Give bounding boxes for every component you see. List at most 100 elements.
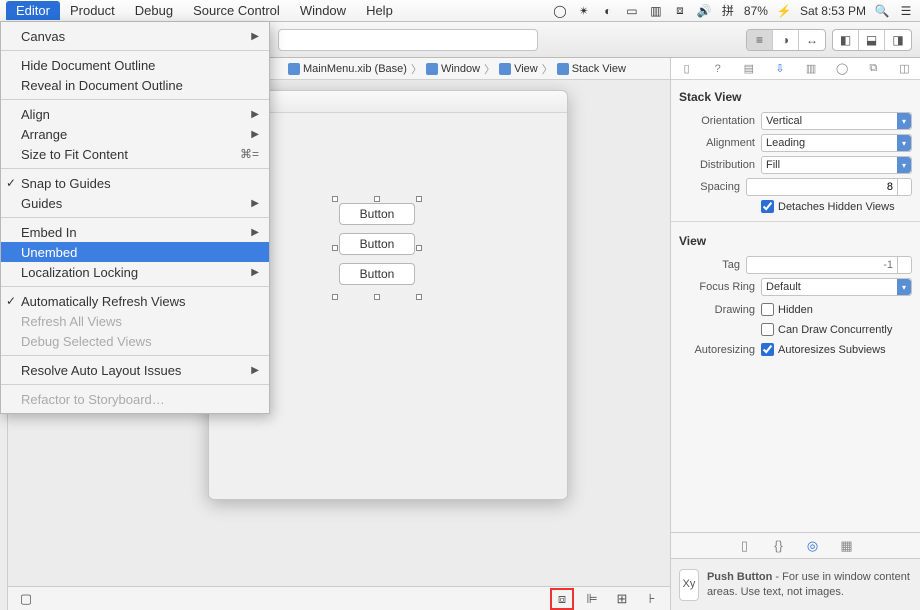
menu-product[interactable]: Product bbox=[60, 1, 125, 20]
menu-snap-guides[interactable]: Snap to Guides bbox=[1, 173, 269, 193]
canvas-button-2[interactable]: Button bbox=[339, 233, 415, 255]
library-item[interactable]: Xy Push Button - For use in window conte… bbox=[671, 558, 920, 610]
align-icon[interactable]: ⊫ bbox=[582, 590, 602, 608]
stackview-icon bbox=[557, 63, 569, 75]
ime-icon[interactable]: 拼 bbox=[720, 3, 736, 19]
autoresize-label: Autoresizes Subviews bbox=[778, 344, 886, 356]
pin-icon[interactable]: ⊞ bbox=[612, 590, 632, 608]
editor-menu-dropdown: Canvas▶ Hide Document Outline Reveal in … bbox=[0, 22, 270, 414]
media-library-icon[interactable]: ▦ bbox=[838, 537, 856, 555]
code-snippet-icon[interactable]: {} bbox=[770, 537, 788, 555]
menu-align[interactable]: Align▶ bbox=[1, 104, 269, 124]
stepper-icon[interactable] bbox=[898, 256, 912, 274]
attributes-inspector-icon[interactable]: ⇩ bbox=[770, 61, 790, 77]
canvas-button-3[interactable]: Button bbox=[339, 263, 415, 285]
menu-help[interactable]: Help bbox=[356, 1, 403, 20]
file-template-icon[interactable]: ▯ bbox=[736, 537, 754, 555]
menu-size-to-fit[interactable]: Size to Fit Content⌘= bbox=[1, 144, 269, 164]
selected-stackview[interactable]: Button Button Button bbox=[339, 203, 415, 293]
tag-label: Tag bbox=[679, 259, 740, 271]
menu-debug[interactable]: Debug bbox=[125, 1, 183, 20]
autoresizing-label: Autoresizing bbox=[679, 344, 755, 356]
version-editor-icon[interactable]: ↔ bbox=[799, 30, 825, 50]
inspector-tabs[interactable]: ▯ ? ▤ ⇩ ▥ ◯ ⧉ ◫ bbox=[671, 58, 920, 80]
bottom-panel-icon[interactable]: ⬓ bbox=[859, 30, 885, 50]
section-view: View bbox=[679, 230, 912, 252]
circle-icon[interactable]: ◯ bbox=[552, 3, 568, 19]
panel-toggle-segmented[interactable]: ◧ ⬓ ◨ bbox=[832, 29, 912, 51]
size-inspector-icon[interactable]: ▥ bbox=[801, 61, 821, 77]
inspector-body: Stack View Orientation Vertical▾ Alignme… bbox=[671, 80, 920, 532]
menu-unembed[interactable]: Unembed bbox=[1, 242, 269, 262]
menu-embed-in[interactable]: Embed In▶ bbox=[1, 222, 269, 242]
canvas-button-1[interactable]: Button bbox=[339, 203, 415, 225]
distribution-label: Distribution bbox=[679, 159, 755, 171]
menu-hide-outline[interactable]: Hide Document Outline bbox=[1, 55, 269, 75]
view-icon bbox=[499, 63, 511, 75]
editor-mode-segmented[interactable]: ≡ ◑ ↔ bbox=[746, 29, 826, 51]
connections-inspector-icon[interactable]: ◯ bbox=[832, 61, 852, 77]
menu-reveal-outline[interactable]: Reveal in Document Outline bbox=[1, 75, 269, 95]
spotlight-icon[interactable]: 🔍 bbox=[874, 3, 890, 19]
menu-guides[interactable]: Guides▶ bbox=[1, 193, 269, 213]
outline-toggle-icon[interactable]: ▢ bbox=[16, 590, 36, 608]
volume-icon[interactable]: 🔊 bbox=[696, 3, 712, 19]
resolve-icon[interactable]: ⊦ bbox=[642, 590, 662, 608]
effects-inspector-icon[interactable]: ◫ bbox=[894, 61, 914, 77]
status-icons: ◯ ✴ ◐ ▭ ▥ ⧈ 🔊 拼 87% ⚡ Sat 8:53 PM 🔍 ☰ bbox=[552, 3, 914, 19]
menu-canvas[interactable]: Canvas▶ bbox=[1, 26, 269, 46]
wechat-icon[interactable]: ✴ bbox=[576, 3, 592, 19]
canvas-bottom-bar: ▢ ⧈ ⊫ ⊞ ⊦ bbox=[8, 586, 670, 610]
focusring-popup[interactable]: Default▾ bbox=[761, 278, 912, 296]
orientation-popup[interactable]: Vertical▾ bbox=[761, 112, 912, 130]
library-tabs[interactable]: ▯ {} ◎ ▦ bbox=[671, 532, 920, 558]
bindings-inspector-icon[interactable]: ⧉ bbox=[863, 61, 883, 77]
bluetooth-icon[interactable]: ⧈ bbox=[672, 3, 688, 19]
charging-icon: ⚡ bbox=[776, 3, 792, 19]
menu-editor[interactable]: Editor bbox=[6, 1, 60, 20]
alignment-popup[interactable]: Leading▾ bbox=[761, 134, 912, 152]
menu-auto-refresh[interactable]: Automatically Refresh Views bbox=[1, 291, 269, 311]
crumb-view[interactable]: View bbox=[499, 63, 538, 75]
section-stackview: Stack View bbox=[679, 86, 912, 108]
list-icon[interactable]: ☰ bbox=[898, 3, 914, 19]
hidden-checkbox[interactable] bbox=[761, 303, 774, 316]
identity-inspector-icon[interactable]: ▤ bbox=[739, 61, 759, 77]
clock[interactable]: Sat 8:53 PM bbox=[800, 4, 866, 18]
half-circle-icon[interactable]: ◐ bbox=[600, 3, 616, 19]
toolbar-search-field[interactable] bbox=[278, 29, 538, 51]
object-library-icon[interactable]: ◎ bbox=[804, 537, 822, 555]
assistant-editor-icon[interactable]: ◑ bbox=[773, 30, 799, 50]
concurrent-checkbox[interactable] bbox=[761, 323, 774, 336]
menu-resolve-autolayout[interactable]: Resolve Auto Layout Issues▶ bbox=[1, 360, 269, 380]
spacing-field[interactable] bbox=[746, 178, 912, 196]
left-panel-icon[interactable]: ◧ bbox=[833, 30, 859, 50]
app-menu: Editor Product Debug Source Control Wind… bbox=[6, 1, 403, 20]
standard-editor-icon[interactable]: ≡ bbox=[747, 30, 773, 50]
concurrent-label: Can Draw Concurrently bbox=[778, 324, 892, 336]
embed-stack-icon[interactable]: ⧈ bbox=[552, 590, 572, 608]
battery-icon[interactable]: ▥ bbox=[648, 3, 664, 19]
airplay-icon[interactable]: ▭ bbox=[624, 3, 640, 19]
library-thumb: Xy bbox=[679, 569, 699, 601]
spacing-label: Spacing bbox=[679, 181, 740, 193]
crumb-window[interactable]: Window bbox=[426, 63, 480, 75]
menu-window[interactable]: Window bbox=[290, 1, 356, 20]
crumb-file[interactable]: MainMenu.xib (Base) bbox=[288, 63, 407, 75]
file-inspector-icon[interactable]: ▯ bbox=[677, 61, 697, 77]
stepper-icon[interactable] bbox=[898, 178, 912, 196]
crumb-stackview[interactable]: Stack View bbox=[557, 63, 626, 75]
menu-debug-selected: Debug Selected Views bbox=[1, 331, 269, 351]
menu-refactor-storyboard: Refactor to Storyboard… bbox=[1, 389, 269, 409]
drawing-label: Drawing bbox=[679, 304, 755, 316]
quickhelp-inspector-icon[interactable]: ? bbox=[708, 61, 728, 77]
tag-field[interactable] bbox=[746, 256, 912, 274]
distribution-popup[interactable]: Fill▾ bbox=[761, 156, 912, 174]
menu-localization-locking[interactable]: Localization Locking▶ bbox=[1, 262, 269, 282]
menu-arrange[interactable]: Arrange▶ bbox=[1, 124, 269, 144]
detaches-checkbox[interactable] bbox=[761, 200, 774, 213]
right-panel-icon[interactable]: ◨ bbox=[885, 30, 911, 50]
autoresize-checkbox[interactable] bbox=[761, 343, 774, 356]
library-title: Push Button bbox=[707, 571, 772, 583]
menu-source-control[interactable]: Source Control bbox=[183, 1, 290, 20]
